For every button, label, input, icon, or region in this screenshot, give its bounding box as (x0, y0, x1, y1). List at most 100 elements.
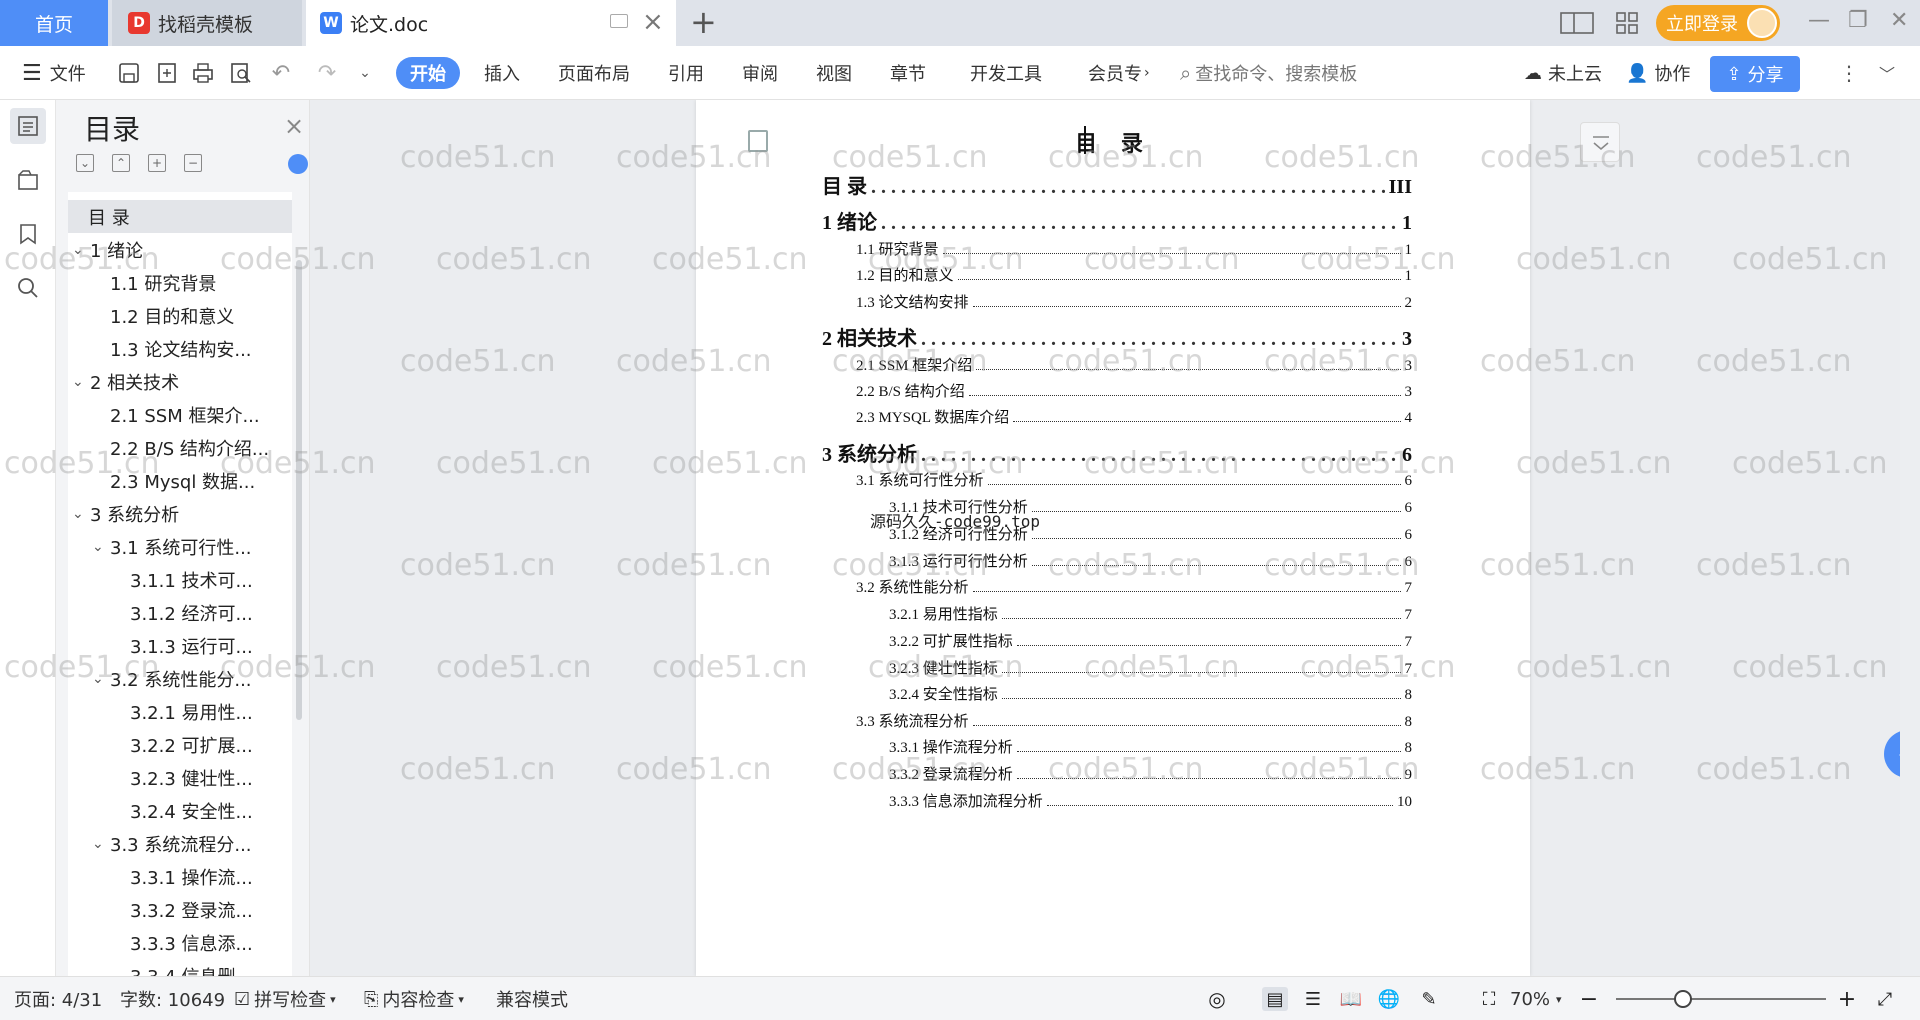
eye-protection-icon[interactable]: ◎ (1204, 987, 1230, 1011)
toc-entry[interactable]: 1 绪论....................................… (822, 206, 1412, 235)
toc-entry[interactable]: 3.3.1 操作流程分析 8 (889, 736, 1412, 757)
toc-entry[interactable]: 1.1 研究背景 1 (856, 238, 1412, 259)
tab-start[interactable]: 开始 (396, 57, 460, 89)
toc-tree-item[interactable]: 2.3 Mysql 数据... (68, 464, 292, 497)
chevron-down-icon[interactable]: ⌄ (72, 506, 84, 522)
toc-entry[interactable]: 3.2.1 易用性指标 7 (889, 603, 1412, 624)
toc-entry[interactable]: 3.1.1 技术可行性分析 6 (889, 496, 1412, 517)
chevron-down-icon[interactable]: ⌄ (92, 836, 104, 852)
toc-entry[interactable]: 3.2.3 健壮性指标 7 (889, 657, 1412, 678)
toc-tree-item[interactable]: 2.2 B/S 结构介绍... (68, 431, 292, 464)
toc-tree-item[interactable]: 3.3.2 登录流... (68, 893, 292, 926)
chevron-down-icon[interactable]: ⌄ (72, 242, 84, 258)
share-button[interactable]: ⇪ 分享 (1710, 56, 1800, 92)
toc-tree-item[interactable]: 3.1.3 运行可... (68, 629, 292, 662)
tab-references[interactable]: 引用 (668, 46, 704, 100)
toc-entry[interactable]: 1.2 目的和意义 1 (856, 264, 1412, 285)
new-tab-button[interactable]: + (690, 4, 717, 40)
close-window-icon[interactable]: ✕ (1890, 8, 1908, 33)
tab-review[interactable]: 审阅 (742, 46, 778, 100)
export-pdf-icon[interactable] (154, 60, 180, 86)
save-icon[interactable] (116, 60, 142, 86)
toc-scrollbar[interactable] (296, 260, 302, 720)
toc-tree-item[interactable]: ⌄ 3.1 系统可行性... (68, 530, 292, 563)
toc-tree-item[interactable]: 3.2.3 健壮性... (68, 761, 292, 794)
restore-icon[interactable]: ❐ (1848, 8, 1868, 33)
fit-page-icon[interactable]: ⛶ (1476, 987, 1502, 1011)
toc-entry[interactable]: 3.3.3 信息添加流程分析 10 (889, 790, 1412, 811)
toc-tree-item[interactable]: 3.2.1 易用性... (68, 695, 292, 728)
apps-grid-icon[interactable] (1610, 10, 1644, 36)
write-mode-icon[interactable]: ✎ (1416, 987, 1442, 1011)
add-heading-icon[interactable]: + (148, 154, 166, 172)
tab-view[interactable]: 视图 (816, 46, 852, 100)
undo-icon[interactable]: ↶ (268, 60, 294, 86)
word-count[interactable]: 字数: 10649 (120, 977, 225, 1020)
collapse-all-icon[interactable]: ⌃ (112, 154, 130, 172)
close-tab-icon[interactable]: × (642, 8, 664, 36)
fullscreen-icon[interactable]: ⤢ (1872, 987, 1898, 1011)
toc-entry[interactable]: 3.1 系统可行性分析 6 (856, 469, 1412, 490)
toc-tree-item[interactable]: 3.1.1 技术可... (68, 563, 292, 596)
toc-tree-item[interactable]: 3.2.4 安全性... (68, 794, 292, 827)
toc-tree-item[interactable]: 2.1 SSM 框架介... (68, 398, 292, 431)
close-panel-icon[interactable]: × (284, 112, 304, 140)
document-page[interactable]: 目 录 源码久久-code99.top 目 录.................… (696, 100, 1530, 976)
zoom-level[interactable]: 70% ▾ (1510, 977, 1562, 1020)
login-button[interactable]: 立即登录 (1656, 5, 1780, 41)
toc-entry[interactable]: 1.3 论文结构安排 2 (856, 291, 1412, 312)
page-view-icon[interactable]: ▤ (1262, 987, 1288, 1011)
screen-icon[interactable] (610, 14, 628, 28)
reading-view-icon[interactable]: 📖 (1338, 987, 1364, 1011)
tab-insert[interactable]: 插入 (484, 46, 520, 100)
content-check-button[interactable]: ⎘ 内容检查 ▾ (364, 977, 464, 1020)
toc-entry[interactable]: 3.2.4 安全性指标 8 (889, 683, 1412, 704)
toc-entry[interactable]: 2.3 MYSQL 数据库介绍 4 (856, 406, 1412, 427)
toc-panel-icon[interactable] (10, 108, 46, 144)
toc-tree-item[interactable]: ⌄ 3 系统分析 (68, 497, 292, 530)
chevron-down-icon[interactable]: ⌄ (92, 671, 104, 687)
tab-page-layout[interactable]: 页面布局 (558, 46, 630, 100)
zoom-in-icon[interactable]: + (1834, 987, 1860, 1012)
file-menu-button[interactable]: ☰ 文件 (22, 46, 86, 100)
print-preview-icon[interactable] (228, 60, 254, 86)
tab-developer[interactable]: 开发工具 (970, 46, 1042, 100)
toc-tree-item[interactable]: ⌄ 3.3 系统流程分... (68, 827, 292, 860)
chevron-down-icon[interactable]: ⌄ (92, 539, 104, 555)
toc-tree-item[interactable]: 3.3.4 信息删... (68, 959, 292, 977)
remove-heading-icon[interactable]: − (184, 154, 202, 172)
web-view-icon[interactable]: 🌐 (1376, 987, 1402, 1011)
toc-tree-item[interactable]: 3.2.2 可扩展... (68, 728, 292, 761)
toc-tree-item[interactable]: 3.3.1 操作流... (68, 860, 292, 893)
toc-entry[interactable]: 3.1.3 运行可行性分析 6 (889, 550, 1412, 571)
command-search[interactable]: ⌕ 查找命令、搜索模板 (1180, 46, 1357, 100)
collaborate-button[interactable]: 👤 协作 (1626, 46, 1690, 100)
toc-entry[interactable]: 3 系统分析..................................… (822, 438, 1412, 467)
cloud-status-button[interactable]: ☁ 未上云 (1524, 46, 1602, 100)
toc-tree-item[interactable]: 目 录 (68, 200, 292, 233)
toc-entry[interactable]: 2.2 B/S 结构介绍 3 (856, 380, 1412, 401)
toc-tree-item[interactable]: 3.3.3 信息添... (68, 926, 292, 959)
toc-tree-item[interactable]: 1.3 论文结构安... (68, 332, 292, 365)
tab-home[interactable]: 首页 (0, 0, 108, 46)
outline-view-icon[interactable]: ☰ (1300, 987, 1326, 1011)
more-options-icon[interactable]: ⋮ (1836, 60, 1862, 86)
sidebar-layout-icon[interactable] (1560, 10, 1594, 36)
minimize-icon[interactable]: — (1808, 8, 1830, 33)
toc-entry[interactable]: 3.2.2 可扩展性指标 7 (889, 630, 1412, 651)
toc-entry[interactable]: 2 相关技术..................................… (822, 322, 1412, 351)
toc-entry[interactable]: 3.1.2 经济可行性分析 6 (889, 523, 1412, 544)
zoom-slider-track[interactable] (1616, 998, 1826, 1000)
zoom-out-icon[interactable]: − (1576, 987, 1602, 1012)
toc-tree-item[interactable]: 1.2 目的和意义 (68, 299, 292, 332)
search-icon[interactable] (10, 270, 46, 306)
zoom-slider-handle[interactable] (1674, 990, 1692, 1008)
toc-tree-item[interactable]: ⌄ 3.2 系统性能分... (68, 662, 292, 695)
tab-chapter[interactable]: 章节 (890, 46, 926, 100)
tab-document[interactable]: W 论文.doc × (306, 0, 676, 46)
chapter-nav-icon[interactable] (10, 162, 46, 198)
toc-entry[interactable]: 3.3 系统流程分析 8 (856, 710, 1412, 731)
collapse-side-panel-button[interactable]: ‹ (1884, 730, 1900, 778)
toc-tree-item[interactable]: ⌄ 1 绪论 (68, 233, 292, 266)
redo-icon[interactable]: ↷ (314, 60, 340, 86)
